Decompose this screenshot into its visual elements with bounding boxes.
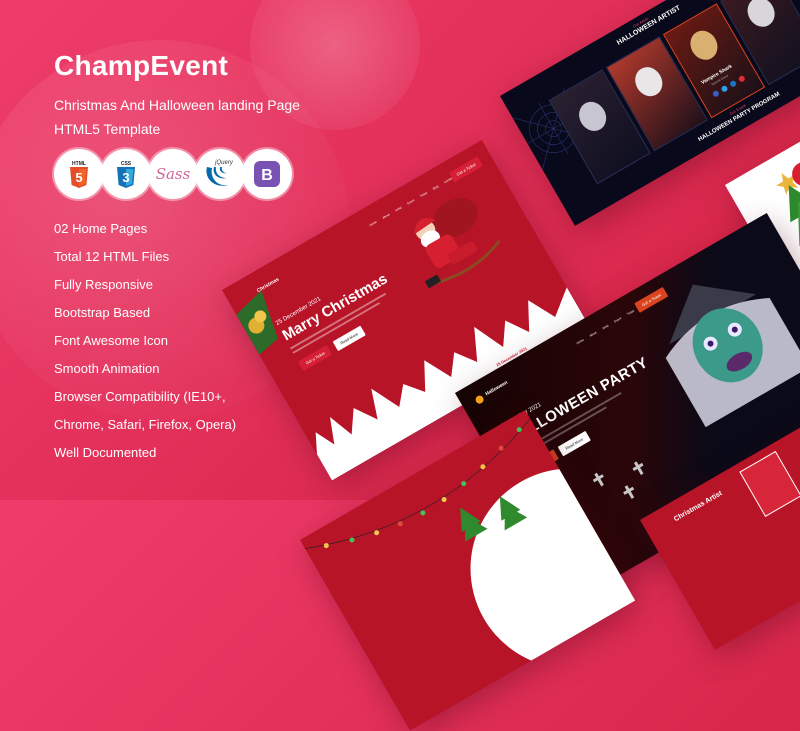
svg-text:B: B: [261, 167, 273, 184]
jquery-badge: jQuery: [195, 149, 245, 199]
nav-item[interactable]: Event: [406, 198, 415, 205]
halloween-logo[interactable]: Halloween: [485, 380, 509, 398]
artist-card[interactable]: [739, 450, 800, 517]
feature-item: Smooth Animation: [54, 361, 160, 376]
nav-item[interactable]: About: [589, 330, 598, 337]
nav-item[interactable]: Ticket: [419, 191, 428, 198]
linkedin-icon[interactable]: [729, 79, 738, 88]
christmas-readmore-button[interactable]: Read More: [332, 325, 366, 352]
svg-text:3: 3: [122, 170, 129, 185]
tech-badges: HTML 5 CSS 3 Sass jQuery B: [54, 149, 292, 199]
css3-badge: CSS 3: [101, 149, 151, 199]
bootstrap-badge: B: [242, 149, 292, 199]
svg-text:CSS: CSS: [121, 161, 132, 167]
html5-badge: HTML 5: [54, 149, 104, 199]
feature-item: Bootstrap Based: [54, 305, 151, 320]
nav-item[interactable]: About: [382, 212, 391, 219]
twitter-icon[interactable]: [720, 84, 729, 93]
christmas-nav-cta[interactable]: Get a Ticket: [448, 156, 484, 183]
nav-item[interactable]: Artist: [394, 206, 402, 213]
svg-text:5: 5: [75, 170, 82, 185]
nav-item[interactable]: Home: [369, 220, 378, 227]
pumpkin-logo-icon: [474, 394, 486, 406]
youtube-icon[interactable]: [737, 74, 746, 83]
svg-text:HTML: HTML: [72, 161, 86, 167]
santa-sleigh-image: [414, 198, 501, 289]
artist-photo: [685, 25, 723, 65]
subtitle-line: HTML5 Template: [54, 121, 161, 137]
artist-photo: [573, 96, 612, 136]
nav-item[interactable]: Event: [613, 316, 622, 323]
bootstrap-icon: B: [254, 161, 280, 187]
feature-item: Browser Compatibility (IE10+,: [54, 389, 226, 404]
feature-item: 02 Home Pages: [54, 221, 148, 236]
feature-item: Fully Responsive: [54, 277, 153, 292]
sass-badge: Sass: [148, 149, 198, 199]
halloween-readmore-button[interactable]: Read More: [557, 430, 591, 457]
feature-item: Well Documented: [54, 445, 157, 460]
svg-text:Sass: Sass: [156, 165, 191, 183]
sass-icon: Sass: [156, 165, 191, 183]
subtitle-line: Christmas And Halloween landing Page: [54, 97, 300, 113]
feature-item: Total 12 HTML Files: [54, 249, 170, 264]
christmas-ticket-button[interactable]: Get a Ticket: [297, 344, 333, 372]
nav-item[interactable]: Ticket: [626, 309, 635, 316]
css3-icon: CSS 3: [117, 161, 135, 188]
witch-image: [665, 284, 800, 428]
svg-text:jQuery: jQuery: [214, 160, 234, 166]
product-subtitle: Christmas And Halloween landing Page HTM…: [54, 93, 300, 141]
feature-item: Font Awesome Icon: [54, 333, 168, 348]
artist-photo: [742, 0, 780, 32]
facebook-icon[interactable]: [711, 89, 720, 98]
product-title: ChampEvent: [54, 50, 229, 81]
jquery-icon: jQuery: [206, 160, 234, 186]
nav-item[interactable]: Home: [576, 338, 585, 345]
feature-item: Chrome, Safari, Firefox, Opera): [54, 417, 237, 432]
feature-list: 02 Home Pages Total 12 HTML Files Fully …: [54, 218, 236, 470]
html5-icon: HTML 5: [70, 161, 88, 188]
nav-item[interactable]: Blog: [432, 184, 439, 190]
artist-photo: [630, 62, 668, 102]
nav-item[interactable]: Artist: [601, 324, 609, 331]
